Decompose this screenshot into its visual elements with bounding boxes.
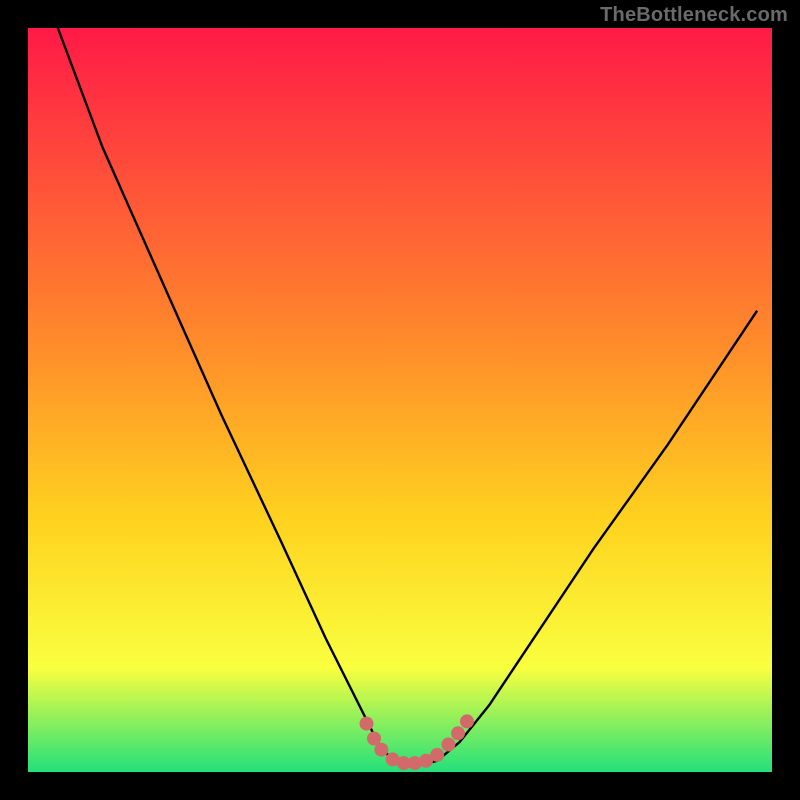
plot-svg bbox=[28, 28, 772, 772]
marker-dot bbox=[451, 726, 465, 740]
marker-dot bbox=[460, 714, 474, 728]
chart-frame: TheBottleneck.com bbox=[0, 0, 800, 800]
plot-area bbox=[28, 28, 772, 772]
marker-dot bbox=[430, 748, 444, 762]
marker-dot bbox=[360, 717, 374, 731]
watermark-text: TheBottleneck.com bbox=[600, 4, 788, 27]
marker-dot bbox=[374, 743, 388, 757]
gradient-background bbox=[28, 28, 772, 772]
marker-dot bbox=[441, 738, 455, 752]
